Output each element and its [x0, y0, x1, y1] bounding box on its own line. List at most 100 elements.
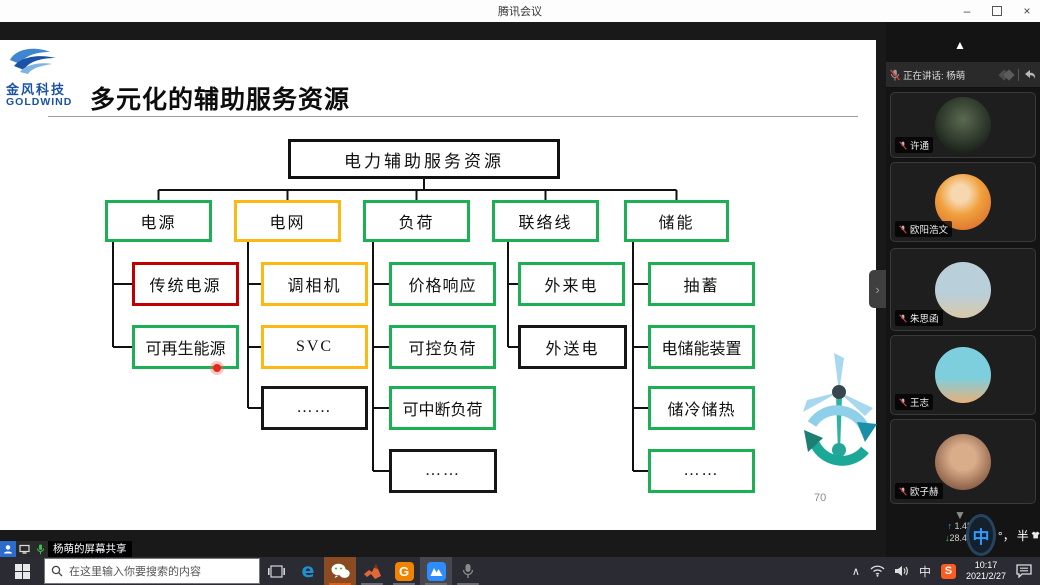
participant-tile[interactable]: 王志: [890, 335, 1036, 415]
matlab-button[interactable]: [356, 557, 388, 585]
participant-name-pill: 朱思函: [895, 310, 943, 326]
wechat-icon: [331, 563, 350, 580]
node-controllable-load: 可控负荷: [389, 325, 496, 369]
node-root: 电力辅助服务资源: [288, 139, 560, 179]
clock-date: 2021/2/27: [966, 571, 1006, 582]
sharer-avatar-icon[interactable]: [0, 541, 16, 557]
avatar: [935, 262, 991, 318]
avatar: [935, 434, 991, 490]
gdoc-button[interactable]: G: [388, 557, 420, 585]
ime-halfwidth-toggle[interactable]: 半: [1017, 527, 1029, 544]
matlab-icon: [363, 563, 382, 580]
ime-punct-toggle[interactable]: °，: [998, 527, 1015, 544]
node-electric-storage: 电储能装置: [648, 325, 755, 369]
mic-muted-icon: [899, 487, 907, 496]
ime-toolbar[interactable]: 中 °， 半: [966, 512, 1040, 558]
ime-skin-shirt-icon[interactable]: [1031, 529, 1040, 541]
task-view-button[interactable]: [260, 557, 292, 585]
chevron-right-icon: ›: [875, 282, 879, 297]
sogou-input-icon[interactable]: S: [941, 564, 956, 579]
node-condenser: 调相机: [261, 262, 368, 306]
wifi-icon[interactable]: [870, 565, 885, 577]
node-incoming-power: 外来电: [518, 262, 625, 306]
participants-sidebar: ▲ 正在讲话: 杨萌 许通: [886, 22, 1040, 557]
microphone-icon: [462, 563, 474, 579]
node-interruptible-load: 可中断负荷: [389, 386, 496, 430]
search-placeholder: 在这里输入你要搜索的内容: [69, 563, 201, 579]
tencent-meeting-icon: [427, 562, 446, 581]
participant-name: 许通: [910, 138, 929, 152]
collapse-up-icon[interactable]: ▲: [954, 38, 966, 52]
meeting-logo-faded-icon: [1003, 71, 1013, 79]
participant-name-pill: 欧阳浩文: [895, 221, 952, 237]
node-power-source: 电源: [105, 200, 212, 242]
wechat-button[interactable]: [324, 557, 356, 585]
node-renewable-energy: 可再生能源: [132, 325, 239, 369]
restore-button[interactable]: [990, 4, 1004, 18]
ime-indicator[interactable]: 中: [919, 563, 931, 580]
taskbar-clock[interactable]: 10:17 2021/2/27: [966, 560, 1006, 582]
tray-expand-chevron-icon[interactable]: ∧: [852, 565, 860, 578]
mic-muted-icon: [899, 225, 907, 234]
window-title: 腾讯会议: [498, 3, 542, 19]
node-outgoing-power: 外送电: [518, 325, 627, 369]
recorder-button[interactable]: [452, 557, 484, 585]
mic-muted-icon: [899, 141, 907, 150]
mic-muted-icon: [899, 314, 907, 323]
start-button[interactable]: [0, 557, 44, 585]
node-traditional-power: 传统电源: [132, 262, 239, 306]
screen-share-region: 金风科技 GOLDWIND 多元化的辅助服务资源 电力辅助服务资源: [0, 22, 886, 557]
node-pumped-storage: 抽蓄: [648, 262, 755, 306]
participant-tile[interactable]: 许通: [890, 92, 1036, 158]
auxiliary-services-diagram: 电力辅助服务资源 电源 电网 负荷 联络线 储能 传统电源 可再生能源 调相机 …: [0, 40, 876, 530]
restore-icon: [992, 6, 1002, 16]
system-tray: ∧ 中 S 10:17 2021/2/27: [852, 557, 1040, 585]
avatar: [935, 347, 991, 403]
task-view-icon: [268, 564, 285, 579]
screen-share-banner: 杨萌的屏幕共享: [0, 541, 132, 557]
avatar: [935, 97, 991, 153]
participant-tile[interactable]: 欧阳浩文: [890, 162, 1036, 242]
speaking-label: 正在讲话: 杨萌: [903, 68, 965, 82]
node-svc: SVC: [261, 325, 368, 369]
participant-tile[interactable]: 朱思函: [890, 248, 1036, 331]
back-arrow-icon[interactable]: [1024, 69, 1036, 80]
ime-mode-button[interactable]: 中: [966, 514, 996, 556]
participant-tile[interactable]: 欧子赫: [890, 419, 1036, 504]
screen-icon[interactable]: [16, 541, 32, 557]
node-load-more: ……: [389, 449, 497, 493]
gdoc-icon: G: [395, 562, 414, 581]
windows-logo-icon: [15, 564, 30, 579]
taskbar-search-input[interactable]: 在这里输入你要搜索的内容: [44, 558, 260, 584]
mic-active-icon[interactable]: [32, 541, 48, 557]
participant-name: 王志: [910, 395, 929, 409]
node-grid-more: ……: [261, 386, 368, 430]
presentation-slide: 金风科技 GOLDWIND 多元化的辅助服务资源 电力辅助服务资源: [0, 40, 876, 530]
window-titlebar: 腾讯会议 – ×: [0, 0, 1040, 23]
node-thermal-storage: 储冷储热: [648, 386, 755, 430]
upload-arrow-icon: ↑: [947, 521, 952, 531]
slide-page-number: 70: [814, 492, 826, 504]
participant-name: 朱思函: [910, 311, 939, 325]
mic-muted-icon: [899, 398, 907, 407]
node-storage-more: ……: [648, 449, 755, 493]
participant-name-pill: 欧子赫: [895, 483, 943, 499]
close-button[interactable]: ×: [1020, 4, 1034, 18]
node-load: 负荷: [363, 200, 470, 242]
node-tie-line: 联络线: [492, 200, 599, 242]
action-center-icon[interactable]: [1016, 564, 1032, 578]
node-storage: 储能: [624, 200, 729, 242]
windows-taskbar: 在这里输入你要搜索的内容 e: [0, 557, 1040, 585]
wind-turbine-watermark-icon: [795, 350, 883, 500]
sidebar-collapse-handle[interactable]: ›: [869, 270, 886, 308]
search-icon: [51, 565, 63, 577]
edge-button[interactable]: e: [292, 557, 324, 585]
volume-icon[interactable]: [895, 565, 909, 577]
node-grid: 电网: [234, 200, 341, 242]
tencent-meeting-window: 腾讯会议 – × 金风科技 GOLDWIND 多元化的辅助服务资源: [0, 0, 1040, 585]
mic-muted-icon: [890, 69, 900, 81]
participant-name: 欧阳浩文: [910, 222, 948, 236]
tencent-meeting-button[interactable]: [420, 557, 452, 585]
minimize-button[interactable]: –: [960, 4, 974, 18]
participant-name-pill: 王志: [895, 394, 933, 410]
